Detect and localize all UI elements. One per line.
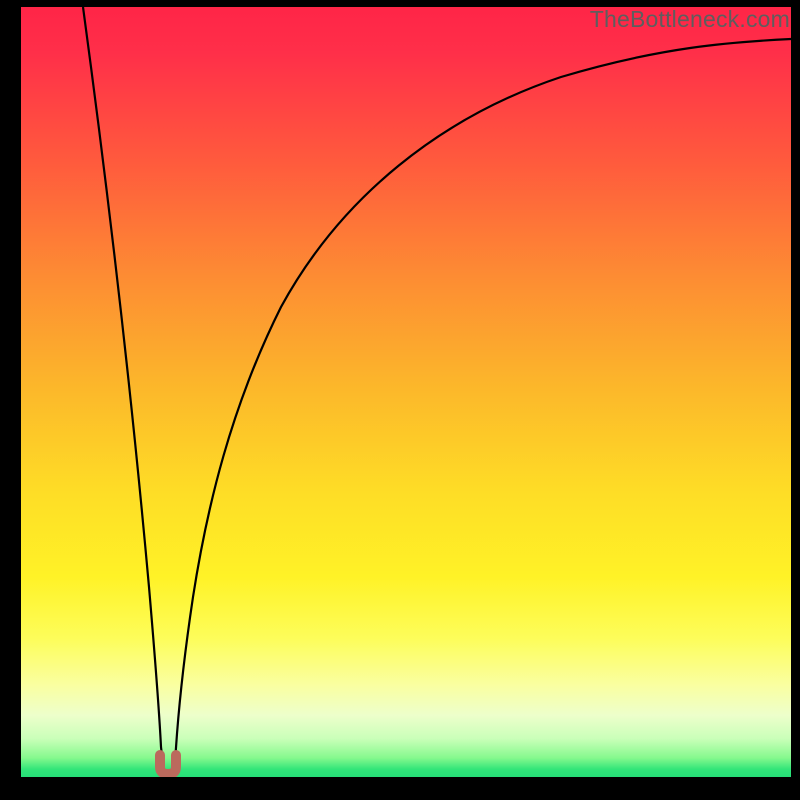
right-curve bbox=[175, 39, 791, 764]
left-curve bbox=[83, 7, 163, 764]
minimum-marker bbox=[160, 755, 176, 774]
plot-area bbox=[21, 7, 791, 777]
chart-container: TheBottleneck.com bbox=[0, 0, 800, 800]
curve-layer bbox=[21, 7, 791, 777]
watermark-text: TheBottleneck.com bbox=[590, 6, 790, 33]
